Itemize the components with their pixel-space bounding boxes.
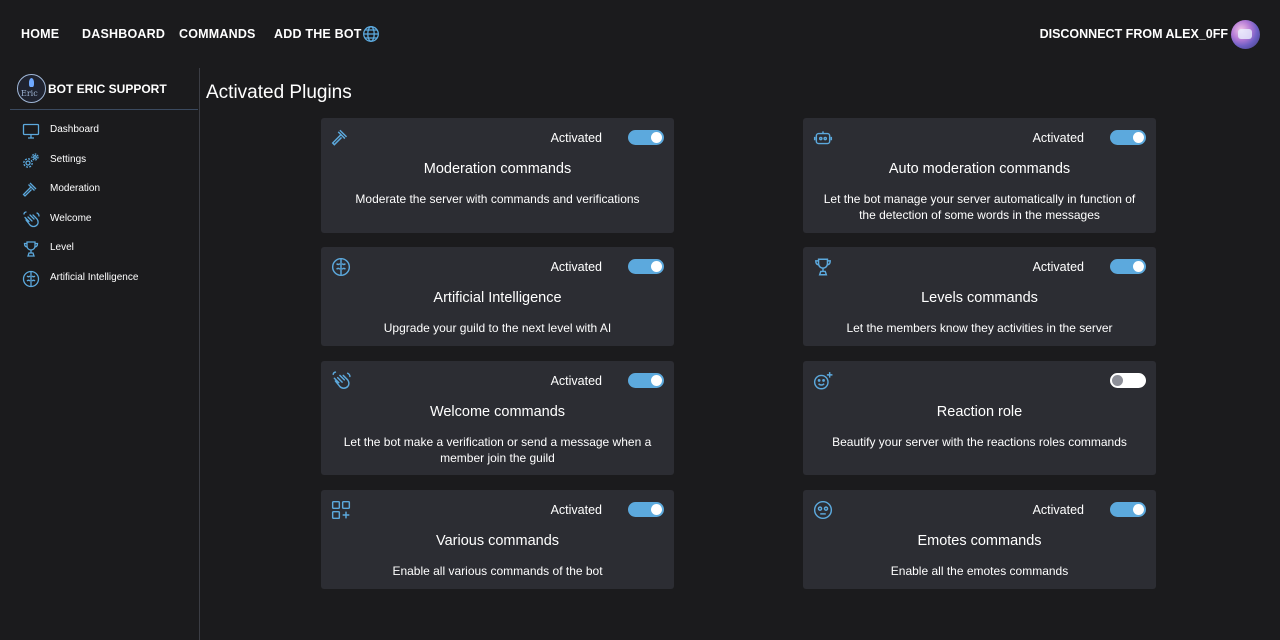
plugin-status: Activated bbox=[1032, 260, 1084, 274]
add-reaction-icon bbox=[813, 371, 833, 391]
sidebar-item-label: Welcome bbox=[50, 213, 92, 224]
plugin-description: Enable all the emotes commands bbox=[890, 564, 1069, 578]
brain-icon bbox=[331, 257, 351, 277]
apps-add-icon bbox=[331, 500, 351, 520]
plugin-status: Activated bbox=[550, 503, 602, 517]
toggle-knob bbox=[1133, 261, 1144, 272]
toggle-knob bbox=[651, 375, 662, 386]
plugin-description: Let the members know they activities in … bbox=[846, 321, 1113, 335]
plugin-card-levels: Activated Levels commands Let the member… bbox=[803, 247, 1156, 346]
nav-add-bot-link[interactable]: ADD THE BOT bbox=[274, 27, 362, 41]
plugin-toggle[interactable] bbox=[1110, 259, 1146, 274]
plugin-title: Artificial Intelligence bbox=[433, 290, 562, 306]
plugin-card-moderation: Activated Moderation commands Moderate t… bbox=[321, 118, 674, 233]
emote-icon bbox=[813, 500, 833, 520]
plugin-toggle[interactable] bbox=[1110, 502, 1146, 517]
plugin-card-welcome: Activated Welcome commands Let the bot m… bbox=[321, 361, 674, 475]
sidebar-item-dashboard[interactable]: Dashboard bbox=[22, 120, 192, 142]
plugin-toggle[interactable] bbox=[628, 502, 664, 517]
plugin-toggle[interactable] bbox=[1110, 373, 1146, 388]
sidebar-item-moderation[interactable]: Moderation bbox=[22, 179, 192, 201]
plugin-description: Let the bot make a verification or send … bbox=[343, 435, 652, 465]
disconnect-link[interactable]: DISCONNECT FROM ALEX_0FF bbox=[1040, 27, 1228, 41]
sidebar-item-label: Level bbox=[50, 242, 74, 253]
sidebar-item-welcome[interactable]: Welcome bbox=[22, 209, 192, 231]
plugin-title: Auto moderation commands bbox=[888, 161, 1071, 177]
trophy-icon bbox=[813, 257, 833, 277]
sidebar-item-label: Settings bbox=[50, 154, 87, 165]
plugin-status: Activated bbox=[550, 374, 602, 388]
sidebar-brand[interactable]: Eric BOT ERIC SUPPORT bbox=[16, 74, 200, 110]
plugin-title: Levels commands bbox=[921, 290, 1038, 306]
page-title: Activated Plugins bbox=[206, 82, 352, 103]
sidebar-item-artificial-intelligence[interactable]: Artificial Intelligence bbox=[22, 268, 192, 290]
plugin-status: Activated bbox=[1032, 131, 1084, 145]
plugin-card-auto-moderation: Activated Auto moderation commands Let t… bbox=[803, 118, 1156, 233]
toggle-knob bbox=[651, 504, 662, 515]
sidebar-divider bbox=[10, 109, 198, 110]
waving-hand-icon bbox=[331, 371, 351, 391]
trophy-icon bbox=[22, 240, 40, 258]
plugin-toggle[interactable] bbox=[628, 373, 664, 388]
nav-commands-link[interactable]: COMMANDS bbox=[179, 27, 256, 41]
plugin-description: Enable all various commands of the bot bbox=[392, 564, 603, 578]
plugin-description: Let the bot manage your server automatic… bbox=[823, 192, 1136, 222]
monitor-icon bbox=[22, 122, 40, 140]
sidebar-item-level[interactable]: Level bbox=[22, 238, 192, 260]
robot-icon bbox=[813, 128, 833, 148]
toggle-knob bbox=[1133, 132, 1144, 143]
sidebar-item-label: Moderation bbox=[50, 183, 101, 194]
plugin-title: Reaction role bbox=[936, 404, 1023, 420]
plugin-title: Welcome commands bbox=[429, 404, 566, 420]
nav-home-link[interactable]: HOME bbox=[21, 27, 59, 41]
sidebar-item-label: Dashboard bbox=[50, 124, 99, 135]
plugin-toggle[interactable] bbox=[628, 130, 664, 145]
brain-icon bbox=[22, 270, 40, 288]
sidebar-item-settings[interactable]: Settings bbox=[22, 150, 192, 172]
plugin-status: Activated bbox=[550, 260, 602, 274]
sidebar: Eric BOT ERIC SUPPORT Dashboard Settings… bbox=[0, 68, 200, 640]
toggle-knob bbox=[651, 132, 662, 143]
plugin-card-various: Activated Various commands Enable all va… bbox=[321, 490, 674, 589]
plugin-title: Various commands bbox=[435, 533, 560, 549]
brand-logo: Eric bbox=[17, 74, 46, 103]
toggle-knob bbox=[651, 261, 662, 272]
gavel-icon bbox=[331, 128, 351, 148]
sidebar-item-label: Artificial Intelligence bbox=[50, 272, 139, 283]
plugin-description: Moderate the server with commands and ve… bbox=[355, 192, 640, 206]
nav-dashboard-link[interactable]: DASHBOARD bbox=[82, 27, 165, 41]
plugin-card-reaction-role: Reaction role Beautify your server with … bbox=[803, 361, 1156, 475]
brand-name: BOT ERIC SUPPORT bbox=[48, 82, 167, 96]
plugin-title: Emotes commands bbox=[917, 533, 1042, 549]
plugin-toggle[interactable] bbox=[1110, 130, 1146, 145]
plugin-description: Upgrade your guild to the next level wit… bbox=[383, 321, 612, 335]
waving-hand-icon bbox=[22, 211, 40, 229]
gavel-icon bbox=[22, 181, 40, 199]
plugin-status: Activated bbox=[1032, 503, 1084, 517]
top-navigation: HOME DASHBOARD COMMANDS ADD THE BOT DISC… bbox=[0, 0, 1280, 68]
plugin-status: Activated bbox=[550, 131, 602, 145]
plugin-toggle[interactable] bbox=[628, 259, 664, 274]
toggle-knob bbox=[1112, 375, 1123, 386]
plugin-title: Moderation commands bbox=[423, 161, 572, 177]
plugin-description: Beautify your server with the reactions … bbox=[832, 435, 1127, 449]
toggle-knob bbox=[1133, 504, 1144, 515]
plugin-card-emotes: Activated Emotes commands Enable all the… bbox=[803, 490, 1156, 589]
avatar[interactable] bbox=[1231, 20, 1260, 49]
plugin-card-artificial-intelligence: Activated Artificial Intelligence Upgrad… bbox=[321, 247, 674, 346]
globe-icon[interactable] bbox=[362, 25, 380, 43]
gears-icon bbox=[22, 152, 40, 170]
